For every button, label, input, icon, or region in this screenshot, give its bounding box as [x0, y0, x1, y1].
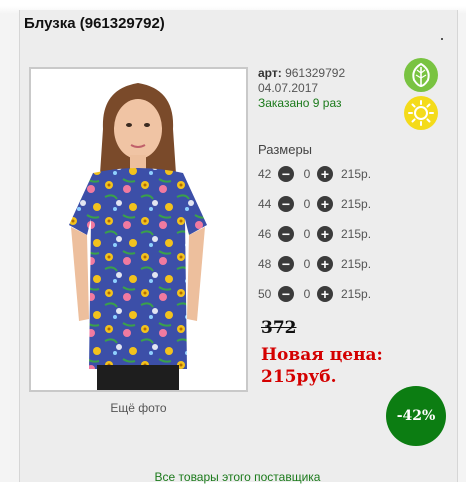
sun-icon: [404, 96, 438, 130]
size-label: 50: [258, 287, 272, 301]
sizes-heading: Размеры: [258, 142, 313, 157]
minus-button[interactable]: −: [278, 166, 294, 182]
old-price: 372: [261, 318, 297, 338]
more-photos-link[interactable]: Ещё фото: [29, 401, 248, 415]
size-label: 42: [258, 167, 272, 181]
quantity-value: 0: [303, 257, 311, 271]
leaf-glyph: [412, 62, 430, 88]
article-label-text: арт:: [258, 66, 282, 80]
size-label: 48: [258, 257, 272, 271]
new-price: Новая цена: 215руб.: [261, 345, 383, 387]
ordered-count: Заказано 9 раз: [258, 96, 342, 110]
article-number: 961329792: [285, 66, 346, 80]
plus-button[interactable]: +: [317, 226, 333, 242]
minus-button[interactable]: −: [278, 226, 294, 242]
quantity-value: 0: [303, 197, 311, 211]
minus-button[interactable]: −: [278, 196, 294, 212]
product-title: Блузка (961329792): [24, 15, 165, 32]
product-photo-image: [31, 69, 246, 390]
size-price: 215р.: [341, 257, 372, 271]
product-photo[interactable]: [29, 67, 248, 392]
minus-button[interactable]: −: [278, 286, 294, 302]
sun-glyph: [408, 100, 434, 126]
plus-button[interactable]: +: [317, 286, 333, 302]
plus-button[interactable]: +: [317, 196, 333, 212]
size-label: 46: [258, 227, 272, 241]
article-label: арт: 961329792: [258, 66, 345, 80]
card-dot: [441, 38, 443, 40]
size-price: 215р.: [341, 227, 372, 241]
minus-button[interactable]: −: [278, 256, 294, 272]
quantity-value: 0: [303, 287, 311, 301]
product-date: 04.07.2017: [258, 81, 319, 95]
plus-button[interactable]: +: [317, 256, 333, 272]
leaf-icon: [404, 58, 438, 92]
size-label: 44: [258, 197, 272, 211]
size-price: 215р.: [341, 197, 372, 211]
quantity-value: 0: [303, 227, 311, 241]
plus-button[interactable]: +: [317, 166, 333, 182]
size-price: 215р.: [341, 167, 372, 181]
discount-badge: -42%: [386, 386, 446, 446]
size-price: 215р.: [341, 287, 372, 301]
quantity-value: 0: [303, 167, 311, 181]
